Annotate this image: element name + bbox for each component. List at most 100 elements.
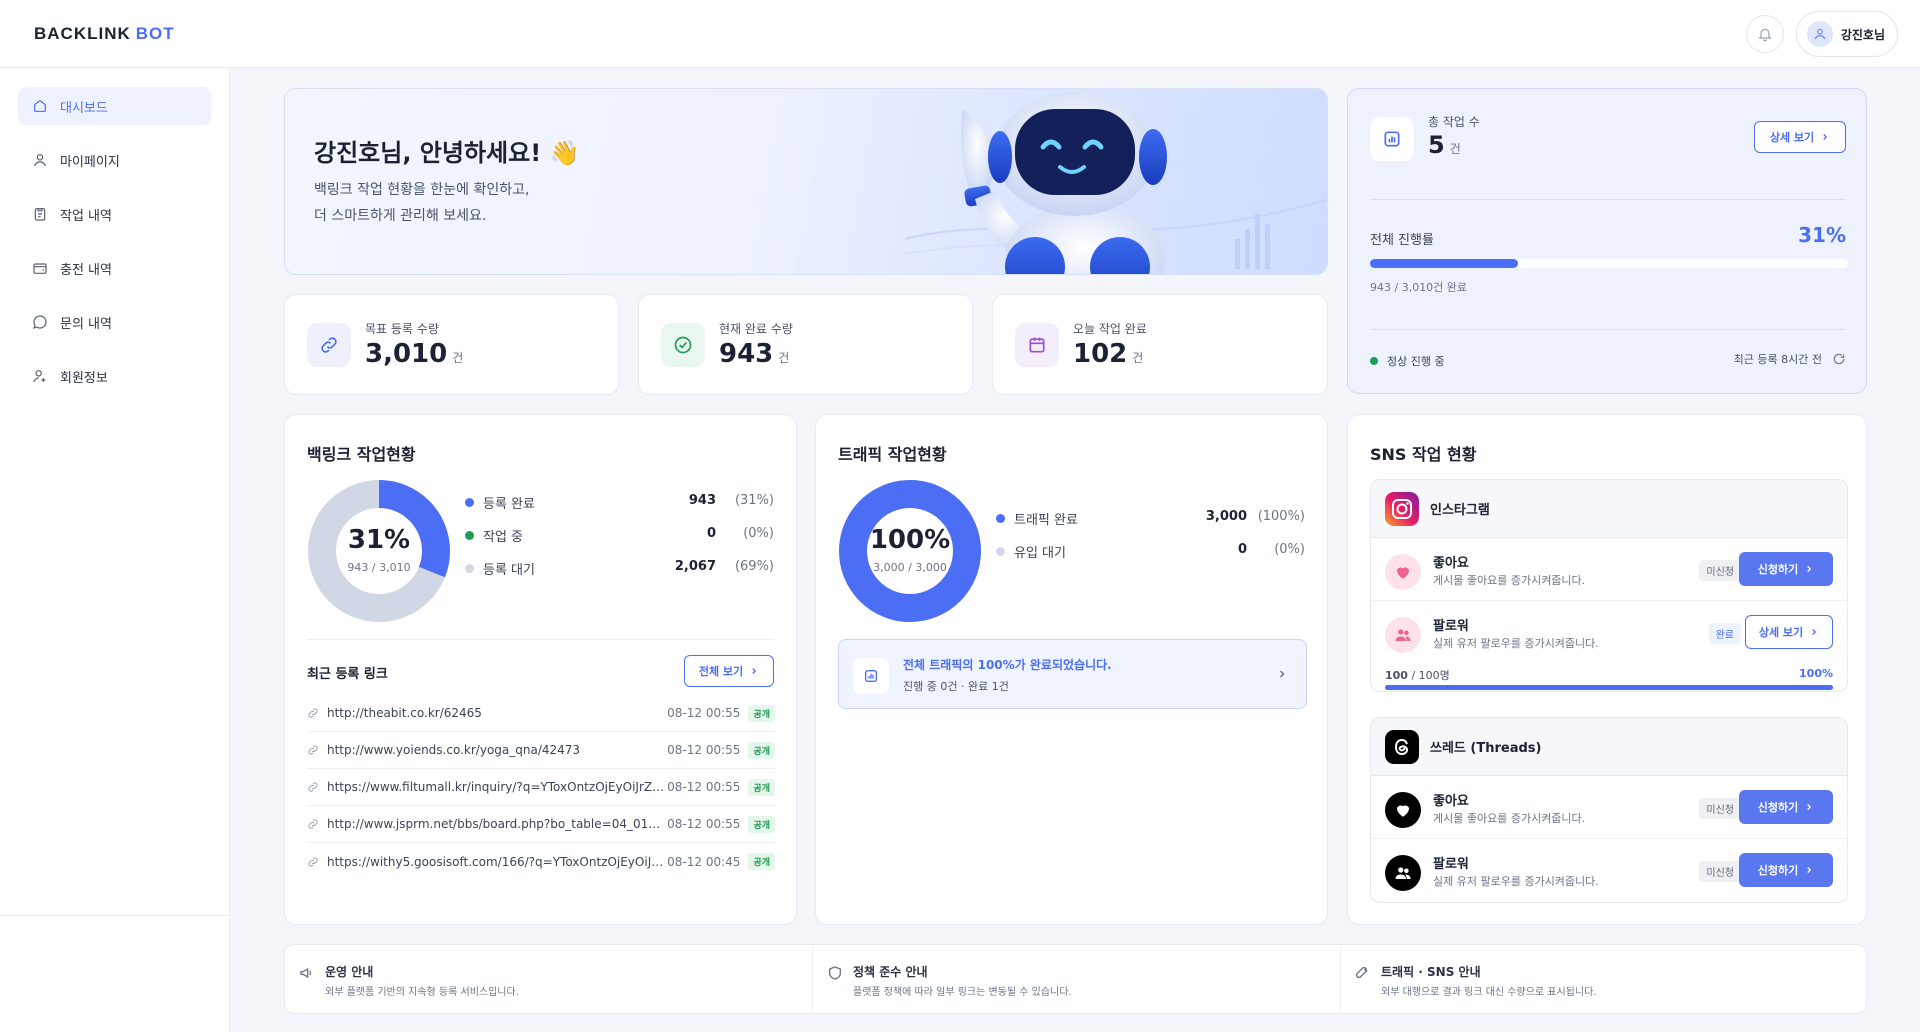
link-icon	[308, 745, 318, 755]
shield-icon	[829, 966, 841, 980]
clipboard-icon	[34, 208, 46, 221]
link-icon	[308, 819, 318, 829]
footer-title: 운영 안내	[325, 965, 374, 979]
link-url[interactable]: http://www.jsprm.net/bbs/board.php?bo_ta…	[327, 817, 667, 831]
apply-button[interactable]: 신청하기	[1739, 853, 1833, 887]
link-url[interactable]: http://theabit.co.kr/62465	[327, 706, 667, 720]
megaphone-icon	[300, 967, 312, 979]
brand-logo[interactable]: BACKLINK BOT	[34, 24, 175, 44]
recent-link-row[interactable]: http://theabit.co.kr/62465 08-12 00:55 공…	[307, 695, 775, 732]
heart-icon	[1397, 805, 1409, 817]
link-url[interactable]: https://withy5.goosisoft.com/166/?q=YTox…	[327, 855, 667, 869]
footer-title: 트래픽 · SNS 안내	[1381, 965, 1481, 979]
traffic-notice[interactable]: 전체 트래픽의 100%가 완료되었습니다. 진행 중 0건 · 완료 1건	[838, 639, 1307, 709]
stat-icon-wrap	[307, 323, 351, 367]
threads-box: 쓰레드 (Threads) 좋아요 게시물 좋아요를 증가시켜줍니다. 미신청 …	[1370, 717, 1848, 903]
public-badge: 공개	[748, 853, 775, 870]
legend-value: 3,000	[1205, 509, 1247, 524]
sidebar-item-label: 충전 내역	[60, 262, 112, 278]
stat-value: 102 건	[1073, 339, 1144, 369]
welcome-line-1: 백링크 작업 현황을 한눈에 확인하고,	[314, 182, 530, 198]
link-icon	[308, 856, 318, 867]
stat-value: 943 건	[719, 339, 790, 369]
traffic-title: 트래픽 작업현황	[838, 445, 947, 464]
link-date: 08-12 00:45	[667, 854, 741, 869]
chart-icon	[1384, 131, 1400, 147]
service-title: 좋아요	[1433, 556, 1469, 571]
bell-icon	[1758, 28, 1772, 42]
view-all-button[interactable]: 전체 보기	[684, 655, 774, 687]
link-date: 08-12 00:55	[667, 743, 741, 757]
progress-subtext: 943 / 3,010건 완료	[1370, 281, 1468, 294]
sidebar-item-dashboard[interactable]: 대시보드	[18, 87, 211, 125]
refresh-icon[interactable]	[1832, 352, 1846, 366]
sidebar-item-inquiry-history[interactable]: 문의 내역	[18, 303, 211, 341]
recent-link-row[interactable]: https://withy5.goosisoft.com/166/?q=YTox…	[307, 843, 775, 880]
chevron-right-icon	[1807, 566, 1812, 572]
user-menu[interactable]: 강진호님	[1795, 11, 1898, 57]
recent-link-row[interactable]: http://www.jsprm.net/bbs/board.php?bo_ta…	[307, 806, 775, 843]
footer-info-policy: 정책 준수 안내 플랫폼 정책에 따라 일부 링크는 변동될 수 있습니다.	[813, 945, 1341, 1015]
backlink-panel: 백링크 작업현황 31% 943 / 3,010 등록 완료 943 (31%)…	[284, 414, 797, 925]
legend-value: 0	[706, 526, 716, 541]
sidebar-item-label: 대시보드	[60, 100, 108, 116]
avatar	[1806, 21, 1833, 47]
chart-icon	[865, 670, 877, 682]
donut-center-value: 31%	[347, 525, 411, 555]
stat-label: 목표 등록 수량	[365, 322, 439, 336]
summary-detail-button[interactable]: 상세 보기	[1754, 121, 1846, 153]
legend-value: 943	[688, 493, 716, 508]
threads-name: 쓰레드 (Threads)	[1430, 741, 1542, 756]
recent-link-row[interactable]: https://www.filtumall.kr/inquiry/?q=YTox…	[307, 769, 775, 806]
link-date: 08-12 00:55	[667, 780, 741, 794]
sidebar-item-member-info[interactable]: 회원정보	[18, 357, 211, 395]
notice-sub: 진행 중 0건 · 완료 1건	[903, 680, 1009, 693]
wallet-icon	[33, 263, 47, 274]
welcome-line-2: 더 스마트하게 관리해 보세요.	[314, 208, 487, 224]
instagram-like-row: 좋아요 게시물 좋아요를 증가시켜줍니다. 미신청 신청하기	[1371, 538, 1847, 601]
recent-links-title: 최근 등록 링크	[307, 667, 388, 682]
user-settings-icon	[33, 370, 46, 383]
apply-button[interactable]: 신청하기	[1739, 552, 1833, 586]
detail-button[interactable]: 상세 보기	[1745, 615, 1833, 649]
link-url[interactable]: http://www.yoiends.co.kr/yoga_qna/42473	[327, 743, 667, 757]
link-url[interactable]: https://www.filtumall.kr/inquiry/?q=YTox…	[327, 780, 667, 794]
stat-completed-count: 현재 완료 수량 943 건	[638, 294, 973, 395]
footer-info-traffic-sns: 트래픽 · SNS 안내 외부 대행으로 결과 링크 대신 수량으로 표시됩니다…	[1341, 945, 1868, 1015]
robot-illustration	[905, 92, 1327, 274]
apply-button[interactable]: 신청하기	[1739, 790, 1833, 824]
public-badge: 공개	[748, 815, 775, 833]
sidebar-item-work-history[interactable]: 작업 내역	[18, 195, 211, 233]
heart-icon	[1397, 567, 1409, 579]
public-badge: 공개	[748, 778, 775, 796]
threads-like-row: 좋아요 게시물 좋아요를 증가시켜줍니다. 미신청 신청하기	[1371, 776, 1847, 839]
notification-button[interactable]	[1745, 15, 1784, 53]
legend-item: 등록 대기	[465, 559, 535, 578]
legend-pct: (69%)	[734, 559, 774, 574]
sidebar-item-label: 회원정보	[60, 370, 108, 386]
link-date: 08-12 00:55	[667, 706, 741, 720]
threads-icon	[1385, 729, 1419, 764]
summary-icon-wrap	[1370, 117, 1414, 161]
recent-link-row[interactable]: http://www.yoiends.co.kr/yoga_qna/42473 …	[307, 732, 775, 769]
icon-wrap	[1385, 792, 1421, 828]
status-badge: 미신청	[1699, 798, 1741, 819]
stat-label: 현재 완료 수량	[719, 322, 793, 336]
sidebar-item-charge-history[interactable]: 충전 내역	[18, 249, 211, 287]
instagram-icon	[1385, 491, 1419, 526]
public-badge: 공개	[748, 704, 775, 722]
user-icon	[34, 154, 46, 167]
panel-divider	[307, 639, 774, 640]
sidebar-item-mypage[interactable]: 마이페이지	[18, 141, 211, 179]
notice-title: 전체 트래픽의 100%가 완료되었습니다.	[903, 658, 1112, 672]
stat-target-count: 목표 등록 수량 3,010 건	[284, 294, 619, 395]
footer-desc: 플랫폼 정책에 따라 일부 링크는 변동될 수 있습니다.	[853, 987, 1072, 998]
threads-follower-row: 팔로워 실제 유저 팔로우를 증가시켜줍니다. 미신청 신청하기	[1371, 839, 1847, 902]
notice-icon-wrap	[853, 658, 889, 694]
total-value: 5건	[1428, 131, 1461, 159]
top-header: BACKLINK BOT 강진호님	[0, 0, 1920, 68]
footer-title: 정책 준수 안내	[853, 965, 928, 979]
link-icon	[308, 782, 318, 792]
legend-pct: (0%)	[743, 526, 774, 541]
instagram-box: 인스타그램 좋아요 게시물 좋아요를 증가시켜줍니다. 미신청 신청하기 팔로워…	[1370, 479, 1848, 692]
